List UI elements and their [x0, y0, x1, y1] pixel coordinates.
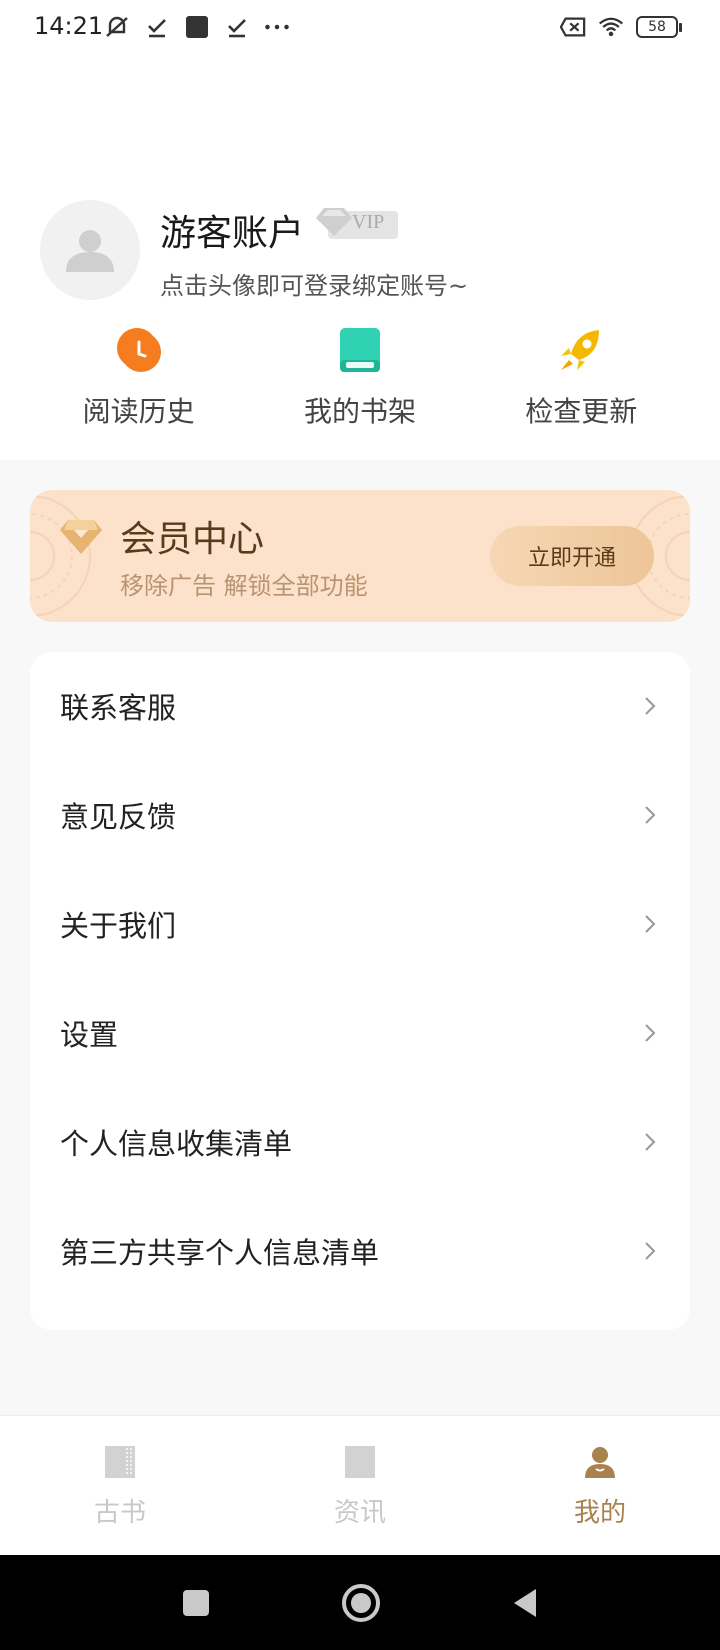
mute-alarm-icon [104, 14, 130, 40]
vip-badge-label: VIP [352, 211, 385, 233]
chevron-right-icon [645, 1133, 656, 1151]
menu-item-feedback[interactable]: 意见反馈 [30, 761, 690, 869]
more-dots-icon [264, 14, 290, 40]
menu-item-third-party-sharing[interactable]: 第三方共享个人信息清单 [30, 1197, 690, 1305]
chevron-right-icon [645, 1024, 656, 1042]
quick-actions: 阅读历史 我的书架 检查更新 [0, 324, 720, 444]
nav-tab-mine[interactable]: 我的 [480, 1416, 720, 1555]
login-hint[interactable]: 点击头像即可登录绑定账号~ [160, 266, 468, 301]
battery-icon: 58 [636, 16, 682, 38]
status-time: 14:21 [34, 12, 104, 40]
app-square-icon [184, 14, 210, 40]
home-icon[interactable] [340, 1582, 382, 1624]
status-notification-icons [104, 14, 290, 40]
nav-tab-label: 资讯 [333, 1498, 386, 1528]
menu-item-label: 设置 [60, 1018, 119, 1052]
default-avatar-icon [66, 230, 114, 272]
vip-badge: VIP [314, 206, 400, 242]
quick-action-label: 检查更新 [525, 395, 638, 428]
quick-action-check-update[interactable]: 检查更新 [491, 324, 671, 444]
menu-item-customer-service[interactable]: 联系客服 [30, 652, 690, 760]
menu-item-label: 个人信息收集清单 [60, 1127, 293, 1161]
news-tab-icon [345, 1446, 375, 1478]
system-navigation-bar [0, 1555, 720, 1650]
check-download-icon [144, 14, 170, 40]
chevron-right-icon [645, 806, 656, 824]
nav-tab-label: 我的 [573, 1498, 626, 1528]
settings-menu: 联系客服 意见反馈 关于我们 设置 个人信息收集清单 第三方共享个人信息清单 [30, 652, 690, 1330]
book-tab-icon [105, 1446, 135, 1478]
nav-tab-label: 古书 [93, 1498, 146, 1528]
menu-item-label: 第三方共享个人信息清单 [60, 1236, 380, 1270]
status-bar: 14:21 58 [0, 0, 720, 56]
check-download-icon-2 [224, 14, 250, 40]
status-system-icons: 58 [560, 14, 682, 40]
nav-tab-news[interactable]: 资讯 [240, 1416, 480, 1555]
nav-tab-ancient-books[interactable]: 古书 [0, 1416, 240, 1555]
chevron-right-icon [645, 1242, 656, 1260]
vip-center-banner[interactable]: 会员中心 移除广告 解锁全部功能 立即开通 [30, 490, 690, 622]
recent-apps-icon[interactable] [176, 1583, 216, 1623]
username[interactable]: 游客账户 [160, 204, 304, 256]
book-icon [339, 328, 380, 372]
vip-center-subtitle: 移除广告 解锁全部功能 [120, 572, 368, 600]
quick-action-label: 阅读历史 [82, 395, 195, 428]
bottom-nav: 古书 资讯 我的 [0, 1415, 720, 1555]
vip-center-title: 会员中心 [120, 519, 265, 560]
activate-vip-button[interactable]: 立即开通 [490, 526, 654, 586]
avatar[interactable] [40, 200, 140, 300]
quick-action-reading-history[interactable]: 阅读历史 [49, 324, 229, 444]
quick-action-label: 我的书架 [303, 395, 416, 428]
back-icon[interactable] [506, 1583, 546, 1623]
ornament-left-decoration [30, 495, 91, 617]
menu-item-label: 联系客服 [60, 691, 177, 725]
clock-icon [116, 328, 161, 372]
profile-panel: 游客账户 VIP 点击头像即可登录绑定账号~ 阅读历史 我的书架 检查更新 [0, 56, 720, 460]
chevron-right-icon [645, 915, 656, 933]
rocket-icon [561, 330, 600, 370]
menu-item-personal-info-list[interactable]: 个人信息收集清单 [30, 1088, 690, 1196]
menu-item-about-us[interactable]: 关于我们 [30, 870, 690, 978]
battery-level: 58 [636, 16, 678, 38]
no-sim-icon [560, 14, 586, 40]
wifi-icon [598, 14, 624, 40]
menu-item-label: 意见反馈 [60, 800, 177, 834]
user-tab-icon [585, 1447, 615, 1478]
menu-item-label: 关于我们 [60, 909, 177, 943]
chevron-right-icon [645, 697, 656, 715]
quick-action-bookshelf[interactable]: 我的书架 [270, 324, 450, 444]
diamond-icon [60, 520, 102, 554]
menu-item-settings[interactable]: 设置 [30, 979, 690, 1087]
